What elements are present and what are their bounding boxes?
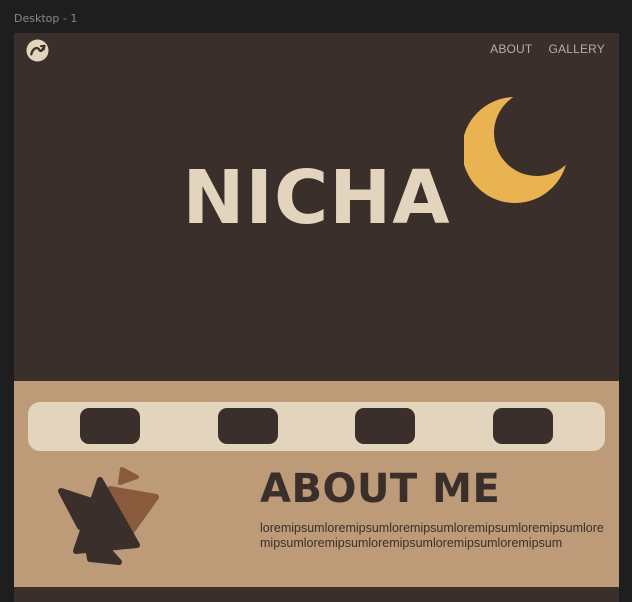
nav-about-link[interactable]: ABOUT: [490, 42, 532, 56]
logo-icon[interactable]: [26, 39, 49, 62]
overlapping-triangles-icon: [58, 467, 159, 565]
bottom-strip: [14, 587, 619, 602]
gallery-slot[interactable]: [80, 408, 140, 444]
about-section: ABOUT ME loremipsumloremipsumloremipsuml…: [14, 381, 619, 587]
top-nav: ABOUT GALLERY: [490, 42, 605, 56]
gallery-slot[interactable]: [355, 408, 415, 444]
about-body: loremipsumloremipsumloremipsumloremipsum…: [260, 521, 604, 550]
frame-label: Desktop - 1: [14, 12, 78, 25]
hero-title: NICHA: [182, 155, 451, 241]
gallery-filmstrip: [28, 402, 605, 451]
gallery-slot[interactable]: [493, 408, 553, 444]
desktop-frame: ABOUT GALLERY NICHA ABOUT ME loremipsuml…: [14, 33, 619, 602]
nav-gallery-link[interactable]: GALLERY: [548, 42, 605, 56]
about-title: ABOUT ME: [260, 466, 501, 512]
gallery-slot[interactable]: [218, 408, 278, 444]
